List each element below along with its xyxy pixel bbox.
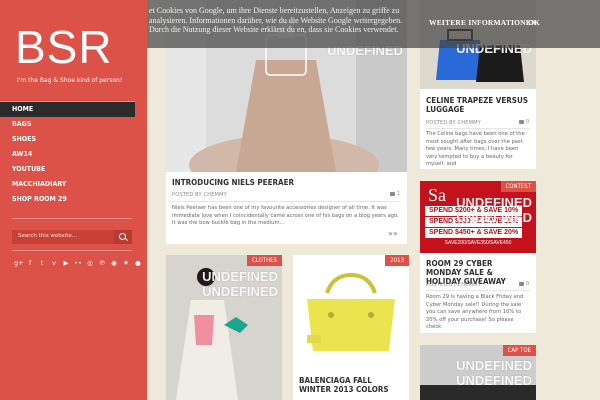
pinterest-icon[interactable]: ℗ [98, 259, 106, 267]
comment-count[interactable]: 1 [397, 191, 400, 197]
nav-macchiadiary[interactable]: MACCHIADIARY [0, 177, 135, 192]
main-nav: HOME BAGS SHOES AW14 YOUTUBE MACCHIADIAR… [0, 101, 135, 207]
instagram-icon[interactable]: ◎ [86, 259, 94, 267]
post-meta: POSTED BY CHEMMY [426, 282, 481, 288]
meta-divider [426, 290, 530, 291]
comment-icon [519, 282, 524, 286]
youtube-icon[interactable]: ▶ [62, 259, 70, 267]
post-card: CAP TOE UNDEFINED UNDEFINED [420, 345, 536, 400]
sidebar-divider [12, 250, 132, 251]
post-excerpt: Niels Peeraer has been one of my favouri… [172, 205, 399, 227]
comment-icon [390, 192, 395, 196]
tumblr-icon[interactable]: ● [134, 259, 142, 267]
search-button[interactable] [114, 230, 132, 244]
post-meta: POSTED BY CHEMMY [426, 120, 481, 126]
nav-youtube[interactable]: YOUTUBE [0, 162, 135, 177]
image-overlay-text: UNDEFINED [202, 284, 278, 299]
read-more-link[interactable]: »» [388, 229, 398, 238]
sale-codes: SAVE200/SAVE350/SAVE450 [444, 240, 512, 246]
comment-count[interactable]: 0 [526, 281, 529, 287]
comment-count[interactable]: 0 [526, 119, 529, 125]
nav-aw14[interactable]: AW14 [0, 147, 135, 162]
meta-divider [172, 201, 401, 202]
post-meta: POSTED BY CHEMMY [172, 192, 227, 198]
post-excerpt: The Celine bags have been one of the mos… [426, 131, 525, 168]
post-card: 2013 BALENCIAGA FALL WINTER 2013 COLORS [293, 255, 409, 400]
post-photo [293, 255, 409, 369]
cookie-ok-button[interactable]: OK [528, 18, 540, 27]
sidebar: BSR I'm the Bag & Shoe kind of person! H… [0, 0, 147, 400]
site-tagline: I'm the Bag & Shoe kind of person! [17, 77, 123, 84]
search-icon [119, 233, 126, 240]
sidebar-search[interactable]: Search this website... [12, 230, 132, 244]
image-overlay-text: UNDEFINED [456, 373, 532, 388]
sale-line: SPEND $450+ & SAVE 20% [425, 228, 523, 238]
post-title[interactable]: BALENCIAGA FALL WINTER 2013 COLORS [299, 376, 403, 394]
nav-bags[interactable]: BAGS [0, 117, 135, 132]
twitter-icon[interactable]: t [38, 259, 46, 267]
sale-headline: Sa [428, 185, 446, 205]
post-card: Sa SPEND $200+ & SAVE 10% SPEND $300+ & … [420, 181, 536, 333]
post-title[interactable]: INTRODUCING NIELS PEERAER [172, 178, 294, 187]
meta-divider [426, 128, 530, 129]
search-input[interactable]: Search this website... [18, 233, 77, 239]
cookie-more-info-link[interactable]: WEITERE INFORMATIONEN [429, 18, 537, 27]
vine-icon[interactable]: v [50, 259, 58, 267]
rss-icon[interactable]: ◉ [110, 259, 118, 267]
image-overlay-text: UNDEFINED [456, 210, 532, 225]
post-title[interactable]: CELINE TRAPEZE VERSUS LUGGAGE [426, 96, 530, 114]
image-overlay-text: UNDEFINED [456, 195, 532, 210]
site-logo[interactable]: BSR [15, 24, 113, 70]
post-excerpt: Room 29 is having a Black Friday and Cyb… [426, 294, 524, 331]
category-badge[interactable]: CAP TOE [502, 345, 536, 356]
sidebar-divider [12, 218, 132, 219]
comment-icon [519, 120, 524, 124]
nav-shop-room-29[interactable]: SHOP ROOM 29 [0, 192, 135, 207]
image-overlay-text: UNDEFINED [456, 358, 532, 373]
category-badge[interactable]: CLOTHES [246, 255, 282, 266]
flickr-icon[interactable]: •• [74, 259, 82, 267]
nav-home[interactable]: HOME [0, 102, 135, 117]
category-badge[interactable]: CONTEST [500, 181, 536, 192]
category-badge[interactable]: 2013 [385, 255, 409, 266]
post-image[interactable] [293, 255, 409, 369]
google-plus-icon[interactable]: g+ [14, 259, 24, 267]
post-card: CLOTHES UNDEFINED UNDEFINED [166, 255, 282, 400]
nav-shoes[interactable]: SHOES [0, 132, 135, 147]
cookie-banner: et Cookies von Google, um ihre Dienste b… [147, 0, 600, 48]
social-icons: g+ f t v ▶ •• ◎ ℗ ◉ ✷ ● [14, 259, 142, 267]
image-overlay-text: UNDEFINED [202, 269, 278, 284]
lastfm-icon[interactable]: ✷ [122, 259, 130, 267]
facebook-icon[interactable]: f [26, 259, 34, 267]
cookie-notice-text: et Cookies von Google, um ihre Dienste b… [149, 6, 403, 35]
